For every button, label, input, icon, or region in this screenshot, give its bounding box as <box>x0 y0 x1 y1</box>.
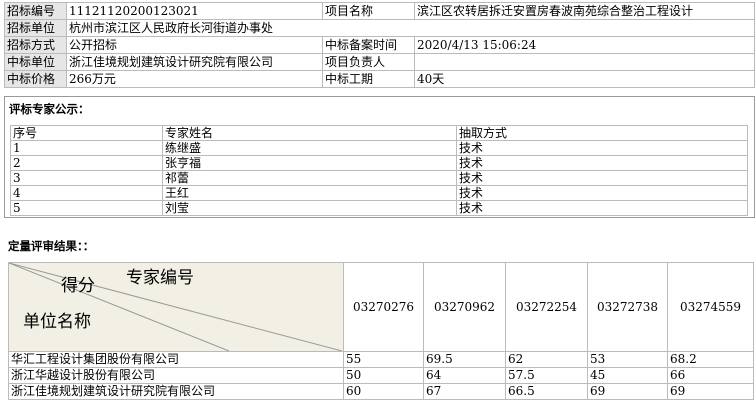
info-value <box>414 53 755 71</box>
expert-name: 祁蕾 <box>162 170 457 186</box>
expert-name: 练继盛 <box>162 140 457 156</box>
expert-row: 4 王红 技术 <box>10 185 748 201</box>
expert-id-header: 03272738 <box>587 262 668 352</box>
info-row: 招标编号 11121120200123021 项目名称 滨江区农转居拆迁安置房春… <box>4 2 755 20</box>
expert-name: 刘莹 <box>162 200 457 216</box>
tender-info-table: 招标编号 11121120200123021 项目名称 滨江区农转居拆迁安置房春… <box>4 2 755 88</box>
info-value: 11121120200123021 <box>66 2 323 20</box>
expert-row: 3 祁蕾 技术 <box>10 170 748 186</box>
expert-id-header: 03270276 <box>343 262 424 352</box>
score-cell: 69 <box>587 383 668 400</box>
score-cell: 60 <box>343 383 424 400</box>
expert-table: 序号 专家姓名 抽取方式 1 练继盛 技术 2 张亨福 技术 3 祁蕾 技术 4… <box>10 125 748 216</box>
expert-method: 技术 <box>456 200 748 216</box>
expert-name: 张亨福 <box>162 155 457 171</box>
info-row: 中标单位 浙江佳境规划建筑设计研究院有限公司 项目负责人 <box>4 53 755 71</box>
info-row: 招标方式 公开招标 中标备案时间 2020/4/13 15:06:24 <box>4 36 755 54</box>
expert-row: 5 刘莹 技术 <box>10 200 748 216</box>
expert-index: 5 <box>10 200 163 216</box>
expert-name: 王红 <box>162 185 457 201</box>
score-cell: 64 <box>423 367 506 384</box>
score-row: 华汇工程设计集团股份有限公司 55 69.5 62 53 68.2 <box>8 351 754 368</box>
info-label: 项目名称 <box>322 2 415 20</box>
unit-name: 浙江佳境规划建筑设计研究院有限公司 <box>8 383 344 400</box>
info-row: 招标单位 杭州市滨江区人民政府长河街道办事处 <box>4 19 755 37</box>
expert-index: 2 <box>10 155 163 171</box>
score-cell: 67 <box>423 383 506 400</box>
info-label: 招标方式 <box>4 36 67 54</box>
result-section-title: 定量评审结果：： <box>8 239 95 253</box>
expert-id-header: 03274559 <box>667 262 754 352</box>
expert-method: 技术 <box>456 170 748 186</box>
expert-method: 技术 <box>456 185 748 201</box>
score-row: 浙江佳境规划建筑设计研究院有限公司 60 67 66.5 69 69 <box>8 383 754 400</box>
score-cell: 68.2 <box>667 351 754 368</box>
expert-index: 4 <box>10 185 163 201</box>
score-header-row: 专家编号 得分 单位名称 03270276 03270962 03272254 … <box>8 262 754 352</box>
expert-section: 评标专家公示： 序号 专家姓名 抽取方式 1 练继盛 技术 2 张亨福 技术 3… <box>4 96 755 218</box>
unit-name: 华汇工程设计集团股份有限公司 <box>8 351 344 368</box>
info-label: 中标备案时间 <box>322 36 415 54</box>
info-value: 公开招标 <box>66 36 323 54</box>
expert-header-row: 序号 专家姓名 抽取方式 <box>10 125 748 141</box>
expert-id-header: 03272254 <box>505 262 588 352</box>
score-cell: 55 <box>343 351 424 368</box>
unit-name-label: 单位名称 <box>23 312 91 332</box>
score-row: 浙江华越设计股份有限公司 50 64 57.5 45 66 <box>8 367 754 384</box>
info-label: 项目负责人 <box>322 53 415 71</box>
info-value: 40天 <box>414 70 755 88</box>
col-header-name: 专家姓名 <box>162 125 457 141</box>
expert-row: 1 练继盛 技术 <box>10 140 748 156</box>
expert-row: 2 张亨福 技术 <box>10 155 748 171</box>
score-cell: 57.5 <box>505 367 588 384</box>
expert-method: 技术 <box>456 140 748 156</box>
expert-section-title: 评标专家公示： <box>9 102 90 116</box>
expert-index: 3 <box>10 170 163 186</box>
score-cell: 50 <box>343 367 424 384</box>
info-value: 2020/4/13 15:06:24 <box>414 36 755 54</box>
unit-name: 浙江华越设计股份有限公司 <box>8 367 344 384</box>
expert-no-label: 专家编号 <box>126 268 194 288</box>
score-cell: 69.5 <box>423 351 506 368</box>
score-cell: 66.5 <box>505 383 588 400</box>
info-label: 中标单位 <box>4 53 67 71</box>
score-cell: 66 <box>667 367 754 384</box>
col-header-index: 序号 <box>10 125 163 141</box>
score-cell: 62 <box>505 351 588 368</box>
col-header-method: 抽取方式 <box>456 125 748 141</box>
score-table: 专家编号 得分 单位名称 03270276 03270962 03272254 … <box>8 262 754 400</box>
info-label: 招标单位 <box>4 19 67 37</box>
score-cell: 69 <box>667 383 754 400</box>
info-label: 中标工期 <box>322 70 415 88</box>
score-cell: 53 <box>587 351 668 368</box>
diagonal-header-cell: 专家编号 得分 单位名称 <box>8 262 344 352</box>
info-value: 滨江区农转居拆迁安置房春波南苑综合整治工程设计 <box>414 2 755 20</box>
score-cell: 45 <box>587 367 668 384</box>
expert-id-header: 03270962 <box>423 262 506 352</box>
info-row: 中标价格 266万元 中标工期 40天 <box>4 70 755 88</box>
info-label: 招标编号 <box>4 2 67 20</box>
score-label: 得分 <box>61 276 95 296</box>
expert-method: 技术 <box>456 155 748 171</box>
info-value: 266万元 <box>66 70 323 88</box>
expert-index: 1 <box>10 140 163 156</box>
info-label: 中标价格 <box>4 70 67 88</box>
info-value: 杭州市滨江区人民政府长河街道办事处 <box>66 19 755 37</box>
info-value: 浙江佳境规划建筑设计研究院有限公司 <box>66 53 323 71</box>
